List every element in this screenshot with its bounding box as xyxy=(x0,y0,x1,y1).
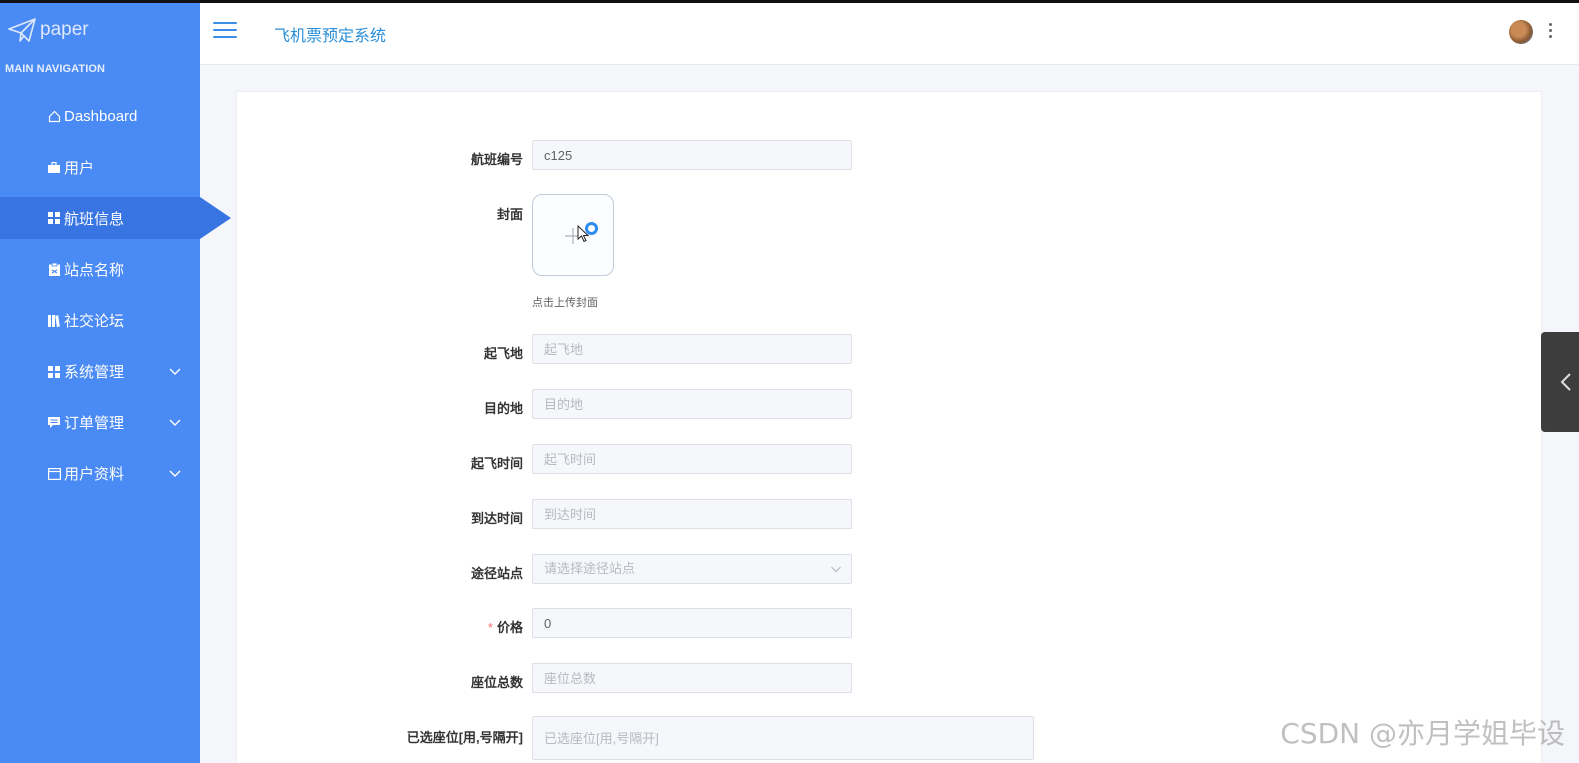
selected-seats-textarea[interactable] xyxy=(532,716,1034,760)
cover-upload-button[interactable] xyxy=(532,194,614,276)
total-seats-input[interactable] xyxy=(532,663,852,693)
stops-label: 途径站点 xyxy=(470,566,523,581)
stops-select-placeholder: 请选择途径站点 xyxy=(532,554,852,584)
card-icon xyxy=(47,467,61,481)
sidebar-item-label: 订单管理 xyxy=(64,415,125,432)
sidebar-item-system-management[interactable]: 系统管理 xyxy=(0,346,200,397)
paper-plane-icon xyxy=(8,18,36,42)
page-title: 飞机票预定系统 xyxy=(274,28,387,45)
destination-input[interactable] xyxy=(532,389,852,419)
sidebar-item-user-profile[interactable]: 用户资料 xyxy=(0,448,200,499)
grid-icon xyxy=(47,365,61,379)
sidebar-item-stations[interactable]: 站点名称 xyxy=(0,244,200,295)
main-navigation: Dashboard 用户 航班信息 站点名称 社交论坛 系统管理 订单管理 用户… xyxy=(0,91,231,499)
chevron-down-icon xyxy=(831,566,841,573)
watermark: CSDN @亦月学姐毕设 xyxy=(1280,717,1565,750)
side-drawer-toggle[interactable] xyxy=(1541,332,1579,432)
sidebar-item-label: 系统管理 xyxy=(64,364,125,381)
home-icon xyxy=(47,110,61,124)
selected-seats-label: 已选座位[用,号隔开] xyxy=(406,730,523,745)
departure-input[interactable] xyxy=(532,334,852,364)
price-input[interactable] xyxy=(532,608,852,638)
clipboard-icon xyxy=(47,263,61,277)
grid-icon xyxy=(47,211,61,225)
depart-time-input[interactable] xyxy=(532,444,852,474)
cover-upload-hint: 点击上传封面 xyxy=(532,297,598,309)
sidebar-item-label: 用户资料 xyxy=(64,466,125,483)
brand-logo[interactable]: paper xyxy=(7,15,89,45)
arrive-time-label: 到达时间 xyxy=(470,511,523,526)
nav-section-title: MAIN NAVIGATION xyxy=(5,63,106,75)
sidebar-item-users[interactable]: 用户 xyxy=(0,142,200,193)
chat-icon xyxy=(47,416,61,430)
total-seats-label: 座位总数 xyxy=(470,675,523,690)
arrive-time-input[interactable] xyxy=(532,499,852,529)
depart-time-label: 起飞时间 xyxy=(470,456,523,471)
menu-toggle-icon[interactable] xyxy=(213,22,237,42)
avatar[interactable] xyxy=(1509,20,1533,44)
price-label-text: 价格 xyxy=(496,620,523,635)
chevron-down-icon xyxy=(169,368,181,375)
brand-name: paper xyxy=(40,19,89,40)
top-bar: 飞机票预定系统 xyxy=(200,3,1579,65)
mouse-cursor-icon xyxy=(577,225,590,243)
required-mark: * xyxy=(487,620,493,635)
destination-label: 目的地 xyxy=(483,401,523,416)
chevron-down-icon xyxy=(169,419,181,426)
sidebar-item-forum[interactable]: 社交论坛 xyxy=(0,295,200,346)
sidebar-item-label: 用户 xyxy=(64,160,95,177)
sidebar-item-flight-info[interactable]: 航班信息 xyxy=(0,197,231,239)
departure-label: 起飞地 xyxy=(483,346,523,361)
sidebar-item-order-management[interactable]: 订单管理 xyxy=(0,397,200,448)
sidebar-item-label: 社交论坛 xyxy=(64,313,125,330)
sidebar: paper MAIN NAVIGATION Dashboard 用户 航班信息 xyxy=(0,3,231,763)
briefcase-icon xyxy=(47,161,61,175)
book-icon xyxy=(47,314,61,328)
flight-no-input[interactable] xyxy=(532,140,852,170)
chevron-down-icon xyxy=(169,470,181,477)
stops-select[interactable]: 请选择途径站点 xyxy=(532,554,852,584)
cover-label: 封面 xyxy=(496,207,523,222)
sidebar-item-label: Dashboard xyxy=(64,108,138,125)
flight-form-card: 航班编号 封面 点击上传封面 起飞地 目的地 起飞时间 到达时间 途径站点 请选… xyxy=(236,91,1542,763)
chevron-left-icon xyxy=(1560,373,1571,391)
sidebar-item-label: 航班信息 xyxy=(64,210,125,228)
flight-no-label: 航班编号 xyxy=(470,152,523,167)
more-vertical-icon[interactable] xyxy=(1547,23,1553,41)
sidebar-item-label: 站点名称 xyxy=(64,262,125,279)
price-label: * 价格 xyxy=(488,617,523,636)
sidebar-item-dashboard[interactable]: Dashboard xyxy=(0,91,200,142)
